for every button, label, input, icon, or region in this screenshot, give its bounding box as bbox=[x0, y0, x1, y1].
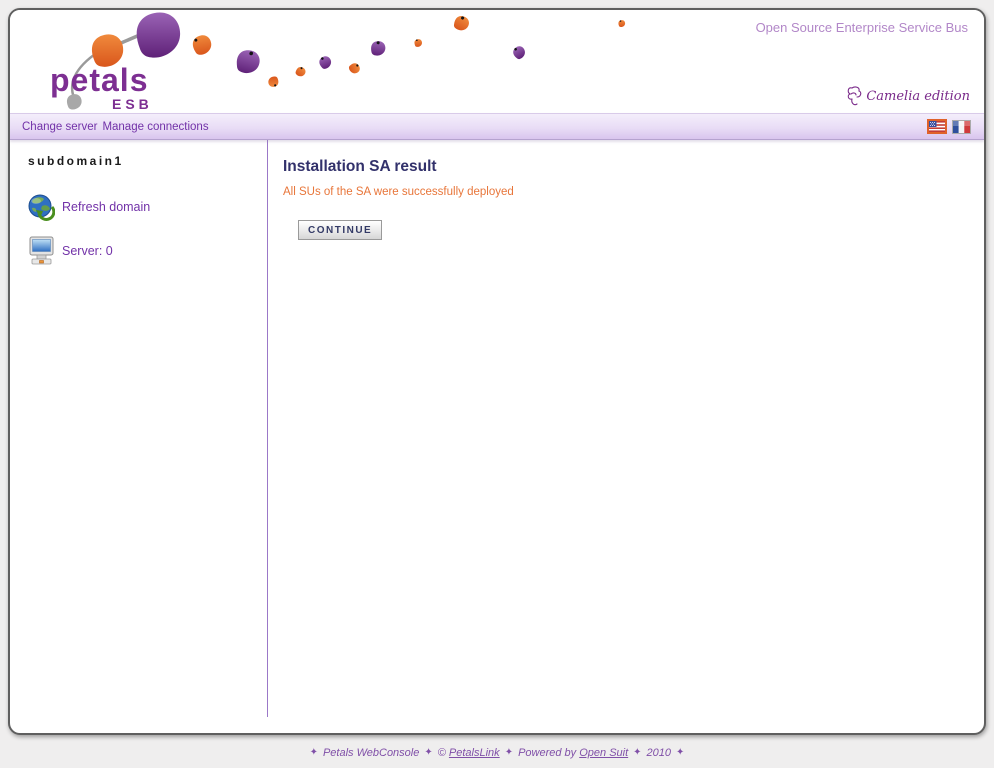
continue-button[interactable]: CONTINUE bbox=[298, 220, 382, 240]
petal-icon bbox=[370, 41, 387, 58]
manage-connections-link[interactable]: Manage connections bbox=[102, 121, 208, 133]
petal-icon bbox=[618, 20, 626, 28]
server-link[interactable]: Server: 0 bbox=[62, 244, 113, 258]
navbar: Change server Manage connections bbox=[10, 113, 984, 140]
footer-copyright: © bbox=[438, 747, 446, 759]
edition-badge: Camelia edition bbox=[846, 85, 970, 107]
refresh-domain-link[interactable]: Refresh domain bbox=[62, 200, 150, 214]
logo-wordmark: petals bbox=[50, 62, 148, 99]
main-panel: petals ESB Open Source Enterprise Servic… bbox=[8, 8, 986, 735]
edition-label: Camelia edition bbox=[866, 89, 970, 104]
diamond-icon: ✦ bbox=[628, 747, 646, 758]
petals-esb-logo: petals ESB bbox=[46, 12, 191, 113]
footer-app-name: Petals WebConsole bbox=[323, 747, 419, 759]
petal-icon bbox=[295, 67, 306, 78]
petal-icon bbox=[513, 46, 527, 60]
logo-esb-label: ESB bbox=[112, 96, 153, 112]
french-flag-icon[interactable] bbox=[953, 121, 970, 133]
footer-year: 2010 bbox=[647, 747, 671, 759]
diamond-icon: ✦ bbox=[419, 747, 437, 758]
camelia-icon bbox=[846, 85, 864, 107]
header: petals ESB Open Source Enterprise Servic… bbox=[10, 10, 984, 113]
footer-powered-by: Powered by bbox=[518, 747, 576, 759]
petal-icon bbox=[348, 63, 360, 75]
petal-icon bbox=[235, 50, 262, 77]
petal-icon bbox=[453, 16, 470, 33]
language-switcher bbox=[929, 121, 970, 133]
petal-icon bbox=[192, 35, 214, 57]
sidebar: subdomain1 Refresh domain bbox=[10, 140, 268, 717]
diamond-icon: ✦ bbox=[305, 747, 323, 758]
change-server-link[interactable]: Change server bbox=[22, 121, 97, 133]
opensuit-link[interactable]: Open Suit bbox=[579, 747, 628, 759]
petal-icon bbox=[414, 39, 423, 48]
globe-refresh-icon bbox=[28, 192, 55, 222]
us-flag-icon[interactable] bbox=[929, 121, 945, 132]
status-message: All SUs of the SA were successfully depl… bbox=[283, 186, 514, 198]
footer: ✦ Petals WebConsole ✦ © PetalsLink ✦ Pow… bbox=[0, 737, 994, 768]
content: subdomain1 Refresh domain bbox=[10, 140, 984, 735]
nav-links: Change server Manage connections bbox=[22, 121, 209, 133]
diamond-icon: ✦ bbox=[671, 747, 689, 758]
petal-icon bbox=[319, 56, 333, 70]
server-icon bbox=[28, 236, 55, 266]
main-area: Installation SA result All SUs of the SA… bbox=[268, 140, 514, 735]
petalslink-link[interactable]: PetalsLink bbox=[449, 747, 500, 759]
diamond-icon: ✦ bbox=[500, 747, 518, 758]
sidebar-item-server[interactable]: Server: 0 bbox=[28, 236, 267, 266]
page-title: Installation SA result bbox=[283, 158, 514, 176]
petal-icon bbox=[267, 75, 279, 87]
domain-title: subdomain1 bbox=[28, 154, 267, 168]
sidebar-item-refresh-domain[interactable]: Refresh domain bbox=[28, 192, 267, 222]
tagline: Open Source Enterprise Service Bus bbox=[756, 20, 968, 35]
